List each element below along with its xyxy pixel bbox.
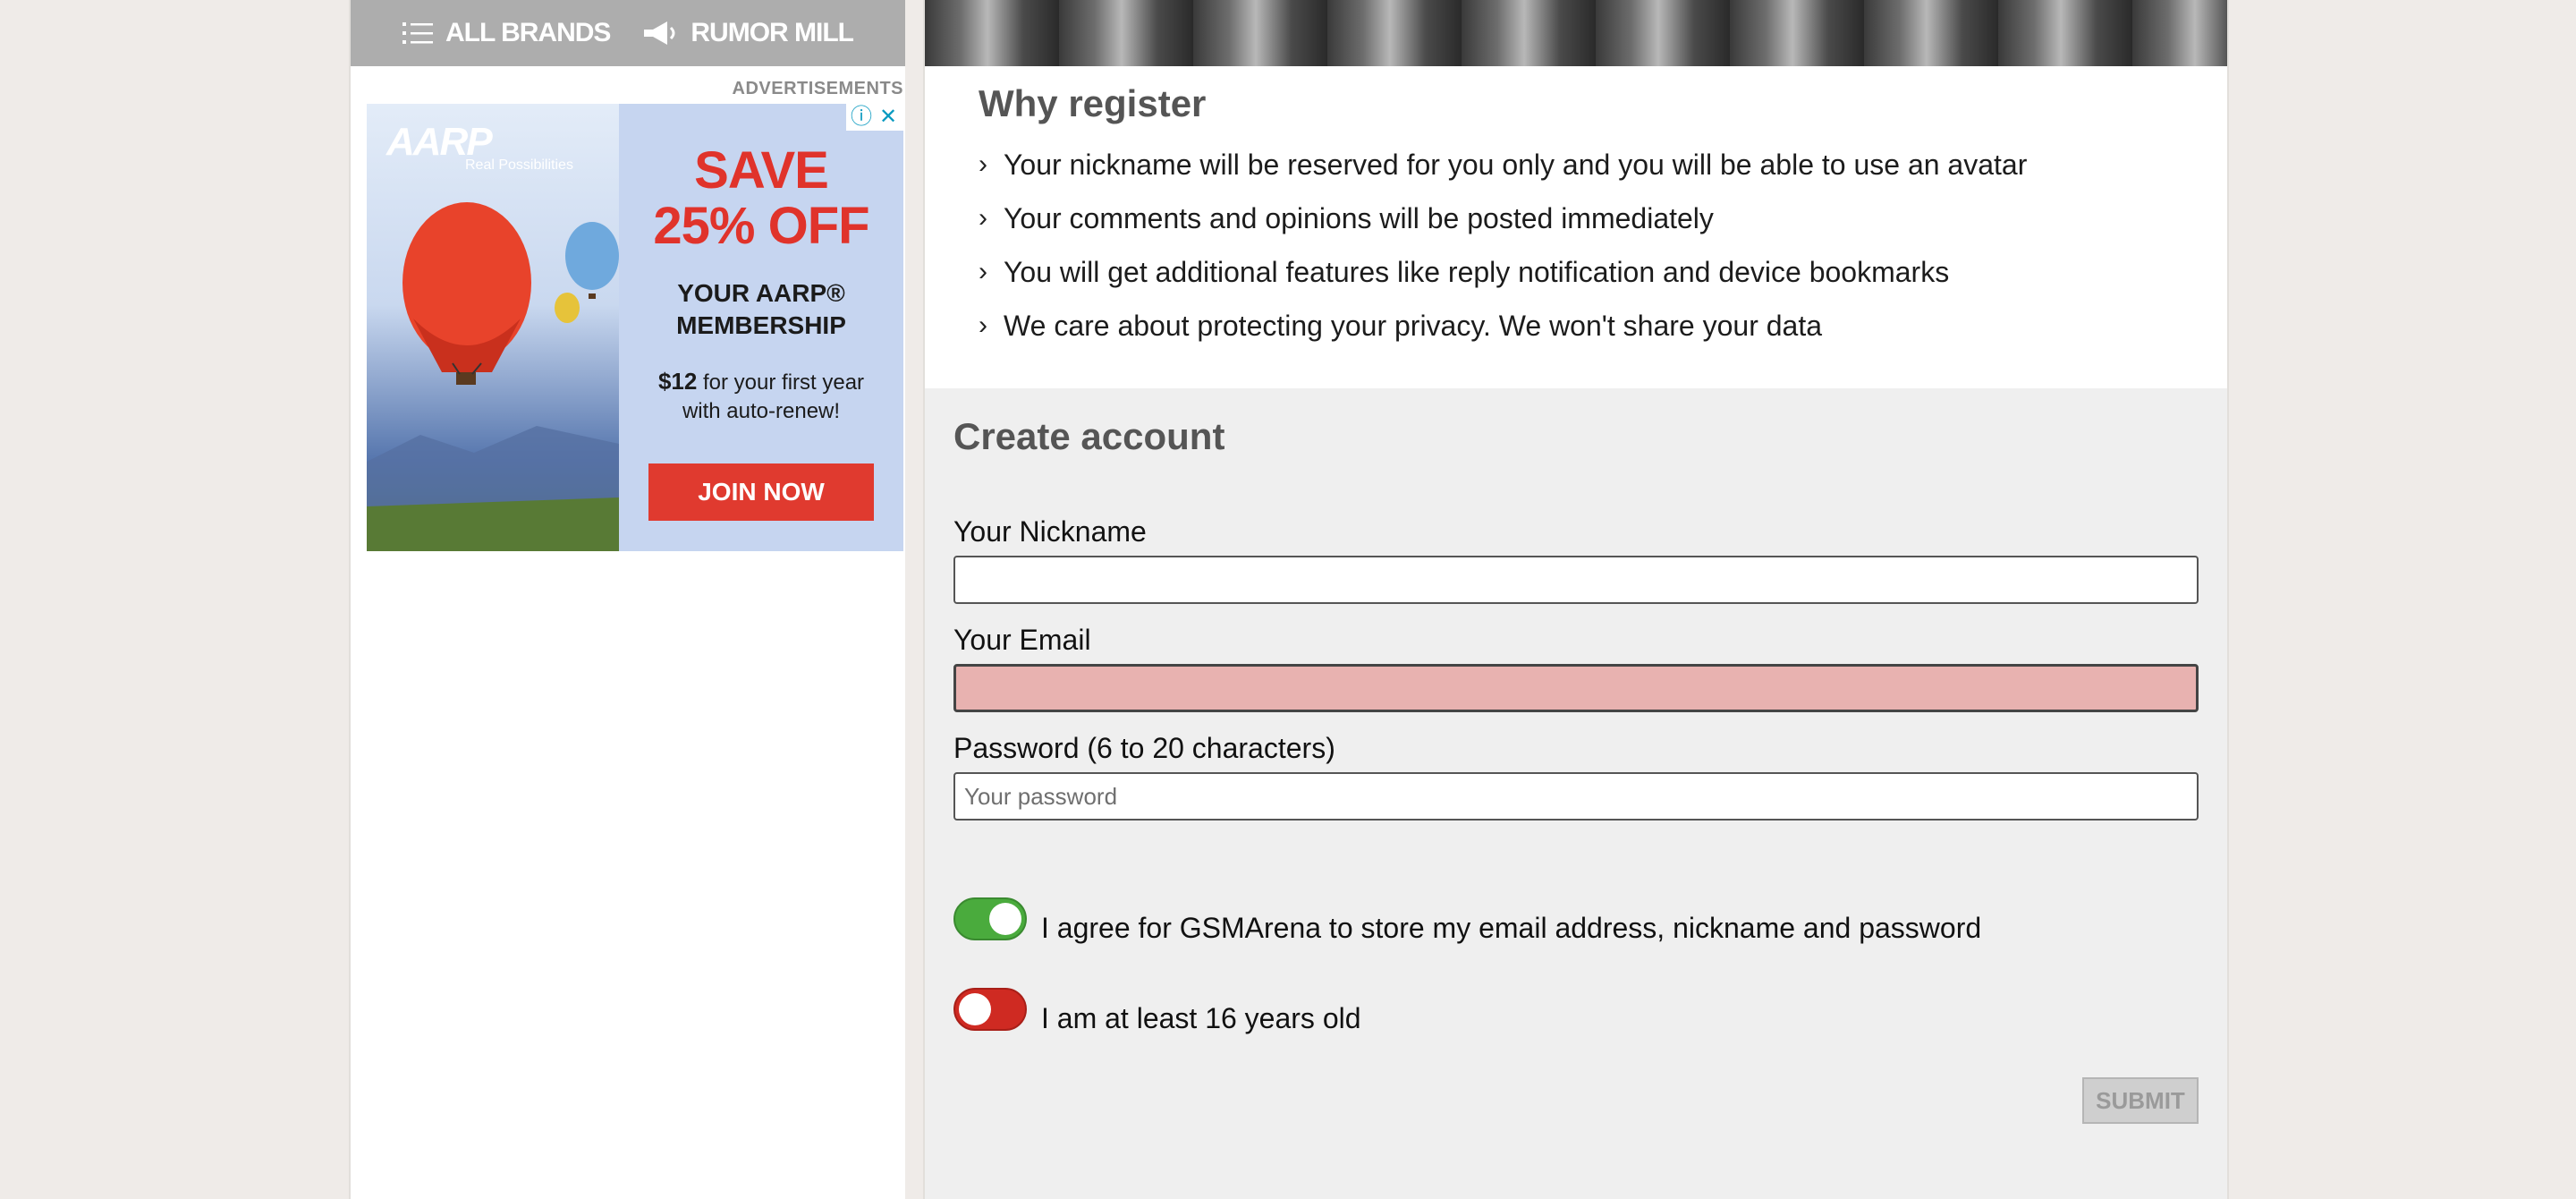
age-toggle[interactable]: [953, 987, 1027, 1031]
ad-price-line2: with auto-renew!: [682, 399, 841, 423]
join-now-button[interactable]: JOIN NOW: [648, 463, 874, 521]
create-account-form: Create account Your Nickname Your Email …: [925, 388, 2227, 1199]
why-register-section: Why register › Your nickname will be rese…: [925, 66, 2227, 404]
hot-air-balloon-illustration: [367, 202, 619, 551]
hero-image: [925, 0, 2227, 66]
rumor-mill-link[interactable]: RUMOR MILL: [642, 18, 854, 48]
email-label: Your Email: [953, 624, 1091, 656]
list-item-text: You will get additional features like re…: [1004, 256, 1950, 288]
ad-text-panel: ⓘ ✕ SAVE 25% OFF YOUR AARP® MEMBERSHIP $…: [619, 104, 903, 551]
ad-membership-line2: MEMBERSHIP: [676, 311, 846, 339]
chevron-right-icon: ›: [979, 149, 987, 179]
age-toggle-label: I am at least 16 years old: [1041, 1002, 1361, 1034]
toggle-knob: [989, 902, 1021, 935]
rumor-mill-label: RUMOR MILL: [691, 18, 854, 47]
ad-headline-line1: SAVE: [694, 141, 829, 200]
agree-toggle-label: I agree for GSMArena to store my email a…: [1041, 912, 1982, 944]
list-item: › Your nickname will be reserved for you …: [979, 147, 2174, 183]
chevron-right-icon: ›: [979, 203, 987, 233]
agree-toggle[interactable]: [953, 897, 1027, 940]
why-register-list: › Your nickname will be reserved for you …: [979, 147, 2174, 344]
ad-membership-line1: YOUR AARP®: [677, 279, 845, 307]
ad-price: $12 for your first year with auto-renew!: [619, 367, 903, 426]
password-label: Password (6 to 20 characters): [953, 732, 1335, 764]
list-item: › Your comments and opinions will be post…: [979, 200, 2174, 236]
page: ALL BRANDS RUMOR MILL ADVERTISEMENTS AAR…: [349, 0, 2229, 1199]
left-column: ALL BRANDS RUMOR MILL ADVERTISEMENTS AAR…: [349, 0, 905, 1199]
list-item-text: We care about protecting your privacy. W…: [1004, 310, 1823, 342]
ad-close-icon[interactable]: ✕: [877, 106, 900, 129]
list-item: › You will get additional features like r…: [979, 254, 2174, 290]
ad-price-amount: $12: [657, 368, 698, 395]
toggle-knob: [959, 992, 991, 1025]
list-icon: [402, 22, 433, 44]
why-register-title: Why register: [979, 82, 1207, 124]
create-account-title: Create account: [953, 415, 1225, 457]
chevron-right-icon: ›: [979, 310, 987, 340]
ad-info-icon[interactable]: ⓘ: [850, 106, 873, 129]
email-input[interactable]: [953, 664, 2199, 712]
ad-price-text: for your first year: [697, 370, 865, 395]
ad-membership: YOUR AARP® MEMBERSHIP: [619, 277, 903, 342]
password-input[interactable]: [953, 772, 2199, 821]
list-item-text: Your comments and opinions will be poste…: [1004, 202, 1714, 234]
all-brands-link[interactable]: ALL BRANDS: [402, 18, 611, 48]
all-brands-label: ALL BRANDS: [445, 18, 611, 47]
ad-image-panel: AARP Real Possibilities: [367, 104, 619, 551]
right-column: Why register › Your nickname will be rese…: [923, 0, 2229, 1199]
list-item-text: Your nickname will be reserved for you o…: [1004, 149, 2028, 181]
ad-headline-line2: 25% OFF: [653, 197, 869, 255]
chevron-right-icon: ›: [979, 257, 987, 286]
ad-controls: ⓘ ✕: [846, 104, 903, 131]
aarp-ad[interactable]: AARP Real Possibilities ⓘ ✕ SAVE 25% OFF…: [367, 104, 903, 551]
list-item: › We care about protecting your privacy. …: [979, 308, 2174, 344]
submit-button[interactable]: SUBMIT: [2082, 1077, 2199, 1124]
agree-toggle-row: I agree for GSMArena to store my email a…: [953, 892, 2199, 945]
age-toggle-row: I am at least 16 years old: [953, 982, 2199, 1035]
megaphone-icon: [644, 21, 675, 45]
ads-label: ADVERTISEMENTS: [732, 79, 903, 98]
nickname-input[interactable]: [953, 556, 2199, 604]
ad-headline: SAVE 25% OFF: [619, 143, 903, 254]
nickname-label: Your Nickname: [953, 515, 1147, 548]
left-nav: ALL BRANDS RUMOR MILL: [351, 0, 905, 66]
